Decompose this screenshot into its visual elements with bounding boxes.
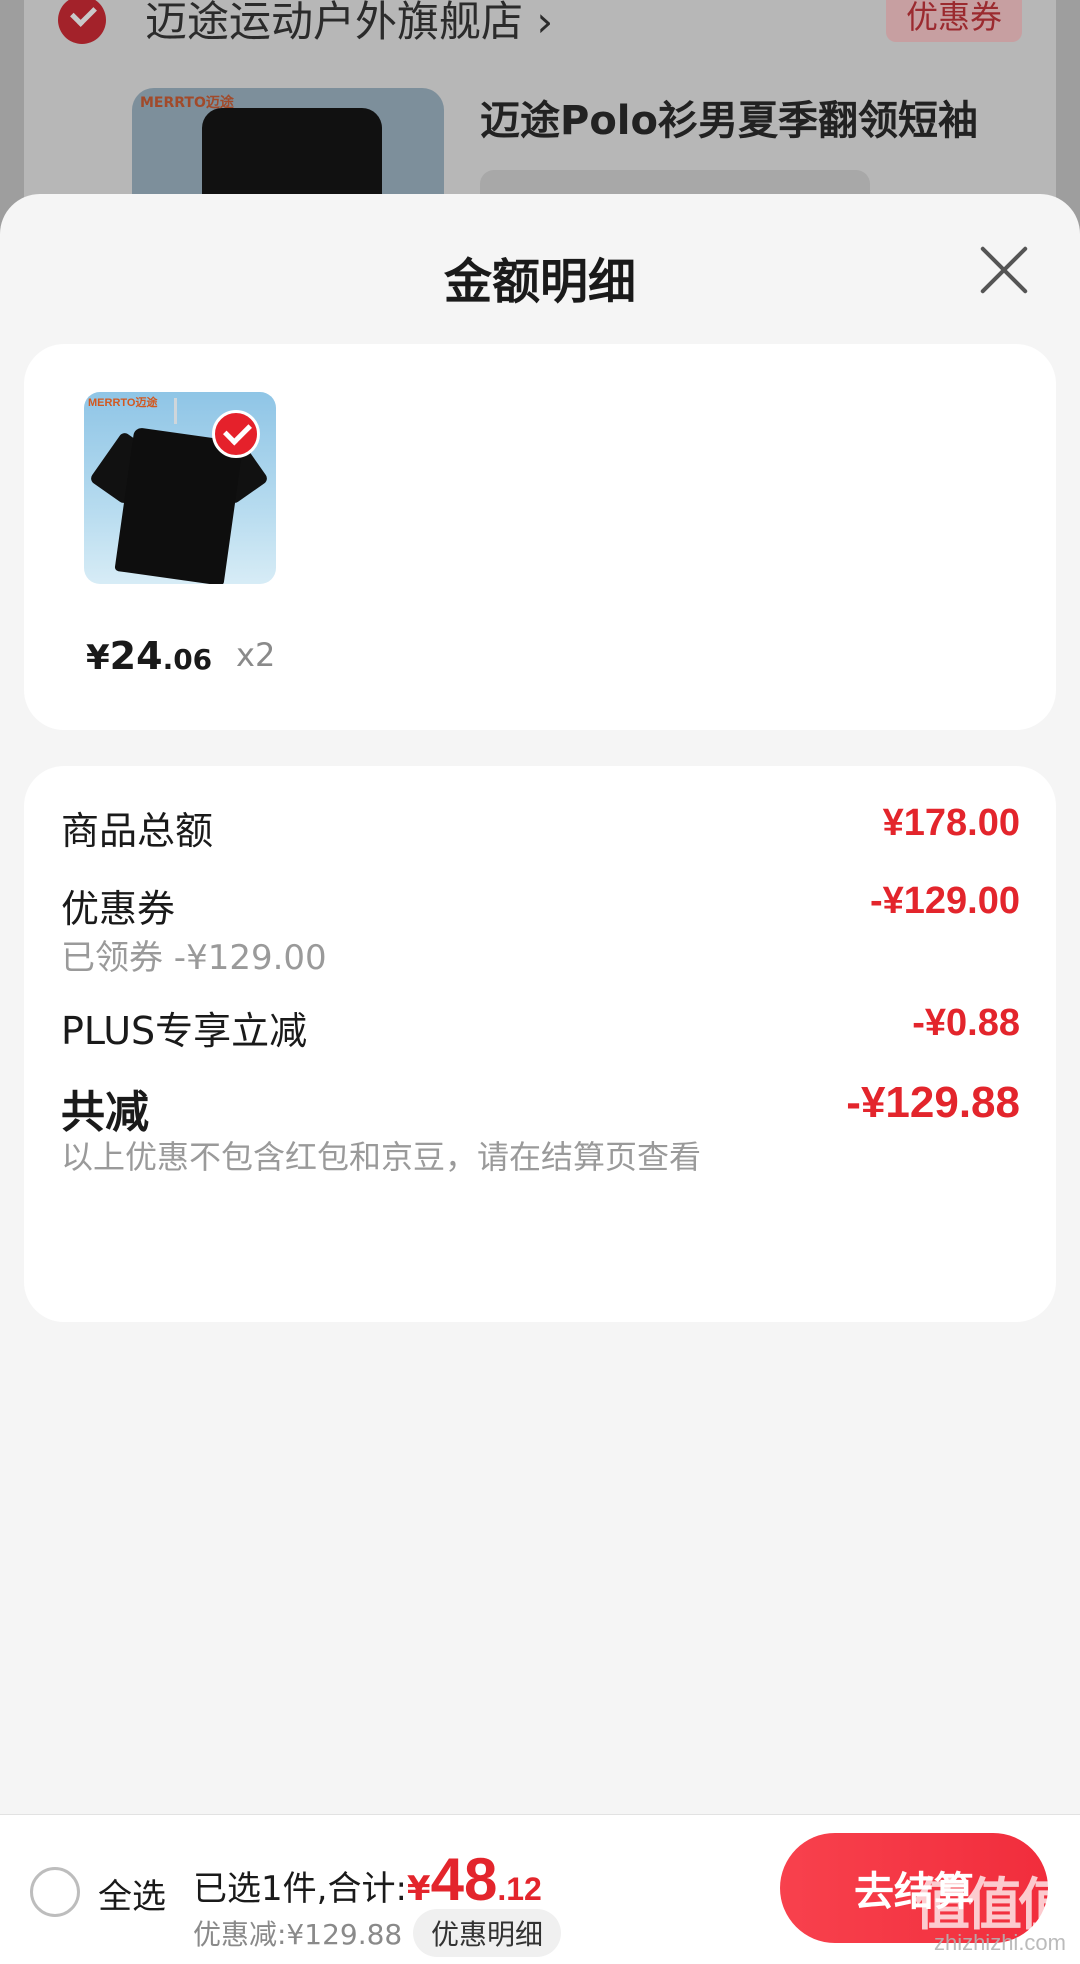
sheet-title: 金额明细 <box>443 254 636 310</box>
selected-count-text: 已选1件,合计: <box>193 1869 407 1909</box>
price-decimal: .06 <box>162 643 213 676</box>
total-currency: ¥ <box>406 1869 431 1909</box>
product-image[interactable]: MERRTO迈途 <box>84 392 276 584</box>
discount-note: 以上优惠不包含红包和京豆，请在结算页查看 <box>61 1138 702 1176</box>
coupon-label: 优惠券 <box>61 887 176 931</box>
total-reduce-value: -¥129.88 <box>846 1078 1020 1127</box>
background-store-name: 迈途运动户外旗舰店 › <box>145 0 554 46</box>
close-icon[interactable] <box>974 240 1034 300</box>
coupon-value: -¥129.00 <box>869 880 1020 922</box>
selected-check-icon <box>212 410 260 458</box>
amount-detail-sheet: 金额明细 MERRTO迈途 ¥24.06 x2 商品总额 ¥178.00 优惠券… <box>0 194 1080 1814</box>
background-product-title: 迈途Polo衫男夏季翻领短袖 <box>480 98 978 144</box>
amount-breakdown-card: 商品总额 ¥178.00 优惠券 -¥129.00 已领券 -¥129.00 P… <box>24 766 1056 1322</box>
product-quantity: x2 <box>236 636 276 674</box>
price-integer: 24 <box>109 634 163 678</box>
product-image-brand: MERRTO迈途 <box>88 397 158 409</box>
discount-amount: 优惠减:¥129.88 <box>193 1918 403 1951</box>
total-reduce-label: 共减 <box>61 1087 149 1138</box>
price-currency: ¥ <box>86 638 110 678</box>
watermark-url: zhizhizhi.com <box>933 1930 1066 1955</box>
plus-discount-label: PLUS专享立减 <box>61 1009 308 1053</box>
order-summary: 已选1件,合计:¥48.12 <box>193 1845 542 1914</box>
total-value: ¥178.00 <box>882 802 1020 844</box>
background-coupon-tag: 优惠券 <box>885 0 1022 42</box>
select-all-label[interactable]: 全选 <box>98 1869 166 1918</box>
plus-discount-value: -¥0.88 <box>912 1002 1020 1044</box>
select-all-radio[interactable] <box>30 1867 80 1917</box>
hanger-icon <box>174 398 177 424</box>
total-integer: 48 <box>430 1846 498 1913</box>
coupon-sub-text: 已领券 -¥129.00 <box>61 938 327 978</box>
total-label: 商品总额 <box>61 809 214 853</box>
discount-detail-button[interactable]: 优惠明细 <box>413 1909 562 1957</box>
product-price: ¥24.06 <box>86 634 212 678</box>
watermark-logo: 值值值 <box>914 1873 1074 1938</box>
total-decimal: .12 <box>497 1871 542 1907</box>
product-card: MERRTO迈途 ¥24.06 x2 <box>24 344 1056 730</box>
